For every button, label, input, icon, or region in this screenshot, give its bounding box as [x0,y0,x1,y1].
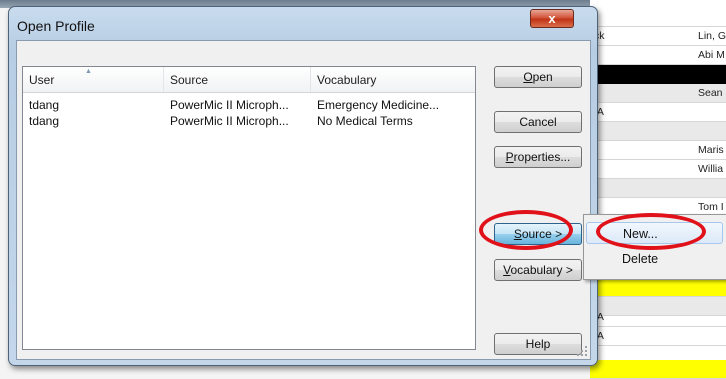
column-header-label: User [29,73,55,87]
background-row: /A [590,308,726,327]
button-label: roperties... [513,150,571,164]
background-row-yellow [590,278,726,297]
background-row [590,179,726,198]
open-button[interactable]: Open [494,66,582,88]
column-header-source[interactable]: Source [164,67,311,92]
accelerator-key: P [505,150,514,164]
background-row [590,122,726,141]
table-row[interactable]: tdang PowerMic II Microph... Emergency M… [23,97,475,113]
sort-ascending-icon: ▲ [85,68,92,75]
column-header-label: Source [170,73,209,87]
background-name: Lin, G [698,30,726,42]
dialog-client-area: User ▲ Source Vocabulary tdang PowerMic … [16,40,591,360]
menu-item-label: Delete [622,252,659,266]
background-row: Maris [590,141,726,160]
button-label: Cancel [519,115,557,129]
background-row [590,8,726,27]
list-header: User ▲ Source Vocabulary [23,67,475,93]
background-row: /A [590,327,726,346]
menu-item-delete[interactable]: Delete [586,248,723,270]
cell-vocabulary: Emergency Medicine... [317,98,440,112]
button-label: ocabulary > [510,263,573,277]
background-row-yellow [590,360,726,379]
cell-user: tdang [29,98,60,112]
menu-item-new[interactable]: New... [586,222,723,244]
source-context-menu: New... Delete [583,214,726,280]
close-icon: x [548,11,556,26]
properties-button[interactable]: Properties... [494,146,582,168]
background-row-black [590,65,726,84]
source-button[interactable]: Source > [494,223,582,245]
vocabulary-button[interactable]: Vocabulary > [494,259,582,281]
close-button[interactable]: x [530,9,574,28]
resize-grip-icon[interactable] [576,345,588,357]
background-row: Abi M [590,46,726,65]
open-profile-dialog: Open Profile x User ▲ Source Vocabulary … [8,6,598,366]
button-label: ource > [521,227,563,241]
cell-vocabulary: No Medical Terms [317,114,413,128]
column-header-vocabulary[interactable]: Vocabulary [311,67,475,92]
background-name: Willia [698,163,724,175]
background-name: Maris [698,144,724,156]
background-row: ck Lin, G [590,27,726,46]
button-label: Help [525,337,551,351]
background-name: Sean [698,87,723,99]
accelerator-key: O [523,70,533,84]
column-header-label: Vocabulary [317,73,377,87]
table-row[interactable]: tdang PowerMic II Microph... No Medical … [23,113,475,129]
column-header-user[interactable]: User ▲ [23,67,164,92]
cell-source: PowerMic II Microph... [170,98,289,112]
background-row: Willia [590,160,726,179]
help-button[interactable]: Help [494,333,582,355]
cell-source: PowerMic II Microph... [170,114,289,128]
button-label: pen [532,70,553,84]
accelerator-key: S [513,227,522,241]
cell-user: tdang [29,114,60,128]
background-row: /A [590,103,726,122]
profile-list[interactable]: User ▲ Source Vocabulary tdang PowerMic … [22,66,476,350]
dialog-title: Open Profile [17,18,95,34]
cancel-button[interactable]: Cancel [494,111,582,133]
background-application: ck Lin, G Abi M Sean /A Maris Willia Tom… [590,0,726,379]
menu-item-label: New... [623,227,658,241]
background-row: Sean [590,84,726,103]
background-name: Abi M [698,49,725,61]
background-name: Tom I [698,201,724,213]
